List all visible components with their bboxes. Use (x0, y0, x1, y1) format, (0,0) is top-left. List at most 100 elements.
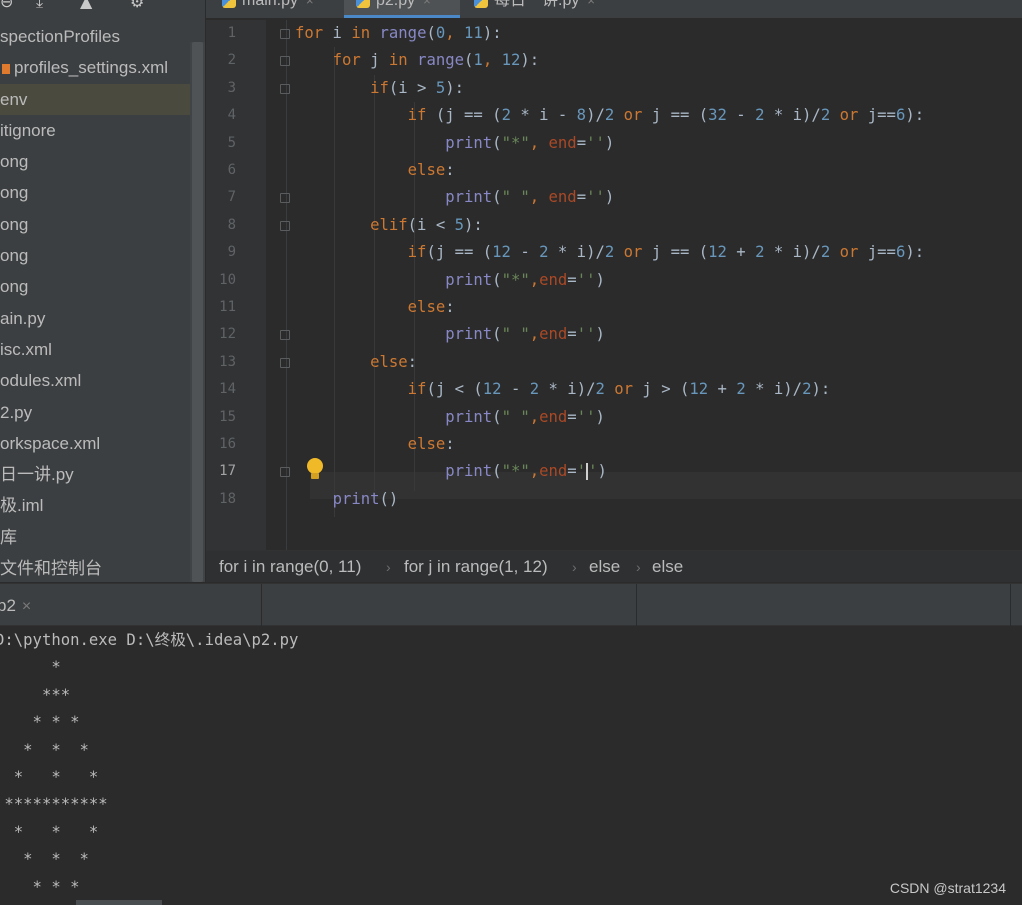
fold-marker-icon[interactable] (280, 83, 290, 94)
code-line[interactable]: print(" ",end='') (295, 404, 605, 431)
tab-daily-py[interactable]: 每日一讲.py × (474, 0, 595, 18)
fold-marker-icon[interactable] (280, 29, 290, 39)
console-command-line: D:\python.exe D:\终极\.idea\p2.py (0, 631, 299, 649)
python-file-icon (222, 0, 236, 8)
tree-item[interactable]: odules.xml (0, 365, 190, 396)
console-output-line: *** (0, 685, 71, 704)
watermark: CSDN @strat1234 (889, 880, 1006, 896)
close-icon[interactable]: × (587, 0, 595, 8)
console-output-line: * * * (0, 768, 99, 786)
fold-marker-icon[interactable] (280, 357, 290, 368)
tree-item[interactable]: 库 (0, 522, 190, 553)
code-line[interactable]: print() (295, 486, 399, 513)
fold-marker-icon[interactable] (280, 193, 290, 204)
tree-item-label: ong (0, 183, 29, 203)
tree-item[interactable]: itignore (0, 115, 190, 146)
project-toolbar: ⊖ ⤓ ▲ ⚙ (0, 0, 190, 14)
tree-item[interactable]: ain.py (0, 303, 190, 334)
fold-marker-icon[interactable] (280, 56, 290, 67)
tree-item[interactable]: ong (0, 240, 190, 271)
tree-item-label: 文件和控制台 (0, 559, 102, 579)
run-console-output[interactable]: CSDN @strat1234 D:\python.exe D:\终极\.ide… (0, 627, 1022, 905)
run-tab-p2[interactable]: p2 × (0, 584, 262, 627)
code-line[interactable]: print("*",end='') (295, 267, 605, 294)
code-line[interactable]: else: (295, 294, 455, 321)
console-output-line: * * * (0, 877, 80, 896)
sidebar-scrollbar[interactable] (190, 42, 205, 582)
tree-item-label: ong (0, 152, 29, 172)
tree-item[interactable]: spectionProfiles (0, 21, 190, 52)
editor-tab-bar: main.py × p2.py × 每日一讲.py × (206, 0, 1022, 18)
project-tree: spectionProfiles profiles_settings.xml e… (0, 21, 190, 582)
xml-file-icon (2, 63, 10, 74)
tab-label: main.py (242, 0, 299, 9)
code-line[interactable]: else: (295, 349, 417, 376)
breadcrumb-item[interactable]: for j in range(1, 12) (404, 551, 548, 582)
code-line[interactable]: if(i > 5): (295, 75, 464, 102)
code-line[interactable]: if(j < (12 - 2 * i)/2 or j > (12 + 2 * i… (295, 376, 831, 403)
tab-main-py[interactable]: main.py × (222, 0, 314, 18)
tree-item-label: 日一讲.py (0, 465, 74, 485)
tree-item[interactable]: ong (0, 209, 190, 240)
tree-item[interactable]: 2.py (0, 397, 190, 428)
code-line[interactable]: print(" ",end='') (295, 321, 605, 348)
tree-item-label: orkspace.xml (0, 433, 101, 453)
tree-item[interactable]: 文件和控制台 (0, 553, 190, 582)
tree-item[interactable]: orkspace.xml (0, 428, 190, 459)
code-line[interactable]: elif(i < 5): (295, 212, 483, 239)
tree-item-label: 2.py (0, 402, 33, 422)
tree-item-label: isc.xml (0, 339, 52, 359)
fold-marker-icon[interactable] (280, 220, 290, 231)
tab-label: 每日一讲.py (494, 0, 580, 9)
tree-item-selected[interactable]: env (0, 83, 190, 115)
console-output-line: *********** (0, 795, 108, 814)
tab-label: p2.py (376, 0, 416, 9)
console-output-line: * (0, 658, 61, 677)
tab-p2-py[interactable]: p2.py × (344, 0, 460, 18)
console-horizontal-scrollbar[interactable] (76, 900, 162, 905)
breadcrumb-item[interactable]: else (589, 551, 620, 582)
breadcrumb-item[interactable]: else (652, 551, 683, 582)
tree-item[interactable]: profiles_settings.xml (0, 52, 190, 83)
code-line[interactable]: print("*",end='') (295, 458, 607, 485)
scroll-up-icon[interactable]: ▲ (80, 0, 92, 11)
tree-item[interactable]: ong (0, 271, 190, 302)
tree-item-label: profiles_settings.xml (14, 58, 169, 78)
code-line[interactable]: if (j == (2 * i - 8)/2 or j == (32 - 2 *… (295, 102, 924, 129)
code-line[interactable]: print("*", end='') (295, 130, 614, 157)
breadcrumb-item[interactable]: for i in range(0, 11) (219, 551, 361, 582)
code-line[interactable]: if(j == (12 - 2 * i)/2 or j == (12 + 2 *… (295, 239, 924, 266)
close-icon[interactable]: × (22, 598, 31, 615)
expand-icon[interactable]: ⤓ (36, 0, 43, 12)
tree-item[interactable]: ong (0, 146, 190, 177)
intention-bulb-icon[interactable] (306, 458, 324, 482)
tree-item[interactable]: isc.xml (0, 334, 190, 365)
code-line[interactable]: for j in range(1, 12): (295, 47, 540, 74)
fold-marker-icon[interactable] (280, 467, 290, 478)
settings-gear-icon[interactable]: ⚙ (130, 0, 144, 11)
tree-item-label: odules.xml (0, 371, 82, 391)
tree-item[interactable]: ong (0, 177, 190, 208)
code-line[interactable]: print(" ", end='') (295, 184, 614, 211)
tree-item[interactable]: 日一讲.py (0, 459, 190, 490)
sidebar-scroll-thumb[interactable] (192, 42, 203, 582)
code-editor: main.py × p2.py × 每日一讲.py × 1 2 3 4 5 6 7 8 9 10 11 12… (206, 0, 1022, 582)
console-output-line: * * * (0, 850, 89, 869)
close-icon[interactable]: × (423, 0, 431, 8)
breadcrumb: for i in range(0, 11) › for j in range(1… (206, 550, 1022, 582)
breadcrumb-separator-icon: › (386, 559, 391, 575)
run-header-divider (636, 584, 637, 627)
code-line[interactable]: else: (295, 157, 455, 184)
tree-item[interactable]: 极.iml (0, 490, 190, 521)
tree-item-label: ong (0, 246, 29, 266)
collapse-icon[interactable]: ⊖ (0, 0, 13, 11)
tree-item-label: spectionProfiles (0, 27, 121, 46)
close-icon[interactable]: × (306, 0, 314, 8)
tree-item-label: env (0, 89, 28, 109)
project-sidebar: ⊖ ⤓ ▲ ⚙ spectionProfiles profiles_settin… (0, 0, 205, 582)
code-line[interactable]: for i in range(0, 11): (295, 20, 502, 47)
code-area[interactable]: for i in range(0, 11): for j in range(1,… (206, 20, 1022, 550)
code-line[interactable]: else: (295, 431, 455, 458)
tree-item-label: itignore (0, 120, 56, 140)
fold-marker-icon[interactable] (280, 330, 290, 341)
